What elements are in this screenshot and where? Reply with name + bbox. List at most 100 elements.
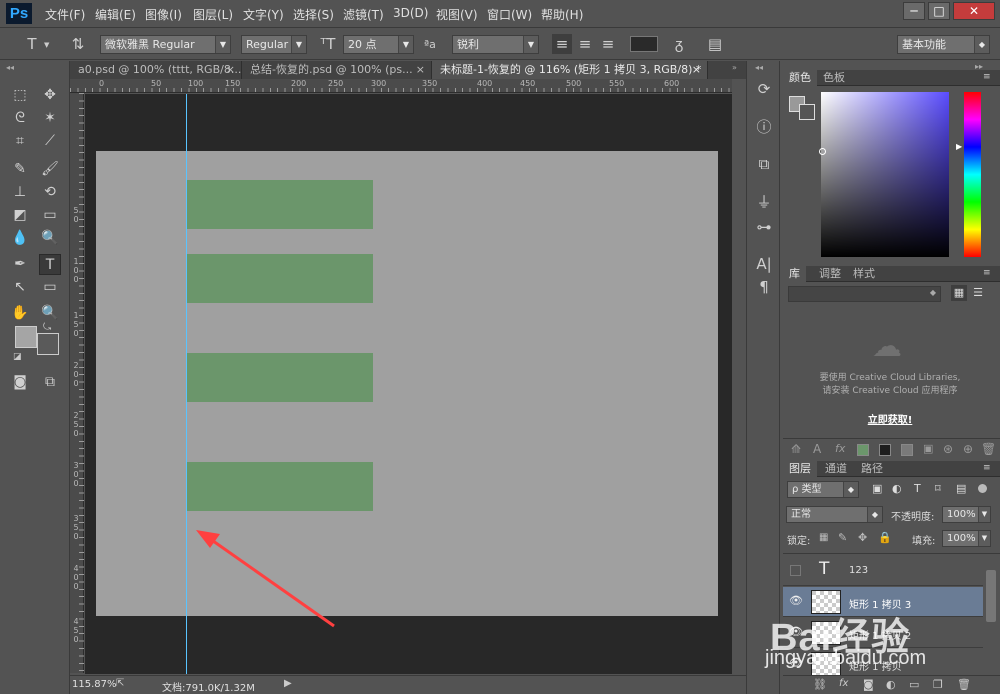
font-size-select[interactable]: 20 点 ▼ bbox=[343, 35, 414, 54]
menu-select[interactable]: 选择(S) bbox=[293, 6, 334, 23]
fill-input[interactable]: 100% ▼ bbox=[942, 530, 991, 547]
lasso-tool-icon[interactable]: ᘓ bbox=[9, 108, 31, 129]
default-colors-icon[interactable]: ◪ bbox=[13, 352, 22, 362]
font-family-select[interactable]: 微软雅黑 Regular ▼ bbox=[100, 35, 231, 54]
tab-close-icon[interactable]: × bbox=[416, 61, 425, 79]
filter-toggle-icon[interactable] bbox=[978, 484, 987, 493]
screen-mode-icon[interactable]: ⧉ bbox=[39, 372, 61, 393]
foreground-color-swatch[interactable] bbox=[15, 326, 37, 348]
tab-color[interactable]: 颜色 bbox=[783, 70, 817, 86]
maximize-button[interactable]: □ bbox=[928, 2, 950, 20]
tab-close-icon[interactable]: × bbox=[226, 61, 235, 79]
add-fill-color-icon[interactable] bbox=[857, 444, 869, 456]
tab-document-2[interactable]: 总结-恢复的.psd @ 100% (ps... × bbox=[242, 61, 432, 79]
hue-slider-handle-icon[interactable]: ▶ bbox=[956, 142, 962, 151]
path-selection-tool-icon[interactable]: ↖ bbox=[9, 277, 31, 298]
menu-help[interactable]: 帮助(H) bbox=[541, 6, 583, 23]
tab-styles[interactable]: 样式 bbox=[847, 266, 881, 282]
workspace-select[interactable]: 基本功能 ◆ bbox=[897, 35, 990, 54]
character-panel-icon[interactable]: ▤ bbox=[705, 34, 725, 54]
tool-preset-chevron-icon[interactable]: ▼ bbox=[44, 41, 49, 49]
tab-close-icon[interactable]: × bbox=[692, 61, 701, 79]
layer-name[interactable]: 123 bbox=[849, 565, 868, 576]
text-color-swatch[interactable] bbox=[630, 36, 658, 52]
menu-3d[interactable]: 3D(D) bbox=[393, 6, 428, 20]
menu-window[interactable]: 窗口(W) bbox=[487, 6, 532, 23]
add-text-icon[interactable]: A bbox=[813, 442, 821, 456]
menu-file[interactable]: 文件(F) bbox=[45, 6, 85, 23]
new-group-icon[interactable]: ▭ bbox=[909, 678, 919, 691]
history-panel-icon[interactable]: ⟳ bbox=[754, 79, 774, 99]
link-layers-icon[interactable]: ⛓ bbox=[813, 678, 827, 691]
tab-document-active[interactable]: 未标题-1-恢复的 @ 116% (矩形 1 拷贝 3, RGB/8) * × bbox=[432, 61, 708, 79]
add-color-icon[interactable] bbox=[901, 444, 913, 456]
history-brush-tool-icon[interactable]: ⟲ bbox=[39, 182, 61, 203]
magic-wand-tool-icon[interactable]: ✶ bbox=[39, 108, 61, 129]
layer-style-icon[interactable]: fx bbox=[839, 678, 848, 689]
share-icon[interactable]: ⇱ bbox=[116, 678, 124, 689]
cc-sync-icon[interactable]: ⊛ bbox=[943, 442, 953, 456]
menu-view[interactable]: 视图(V) bbox=[436, 6, 478, 23]
color-picker-cursor[interactable] bbox=[819, 148, 826, 155]
rectangle-shape-copy[interactable] bbox=[187, 254, 373, 303]
tab-libraries[interactable]: 库 bbox=[783, 266, 806, 282]
hue-slider[interactable] bbox=[964, 92, 981, 257]
tab-channels[interactable]: 通道 bbox=[819, 461, 853, 477]
tab-adjustments[interactable]: 调整 bbox=[813, 266, 847, 282]
menu-layer[interactable]: 图层(L) bbox=[193, 6, 233, 23]
toggle-orientation-icon[interactable]: ⇅ bbox=[68, 34, 88, 54]
delete-layer-icon[interactable]: 🗑 bbox=[957, 678, 971, 691]
paragraph-panel-icon[interactable]: ¶ bbox=[754, 277, 774, 297]
library-select[interactable]: ◆ bbox=[788, 286, 941, 302]
menu-filter[interactable]: 滤镜(T) bbox=[343, 6, 384, 23]
library-add-icon[interactable]: ⊕ bbox=[963, 442, 973, 456]
minimize-button[interactable]: ─ bbox=[903, 2, 925, 20]
layers-scrollbar[interactable] bbox=[986, 570, 996, 622]
add-mask-icon[interactable]: ◙ bbox=[863, 678, 874, 691]
lock-pixels-icon[interactable]: ✎ bbox=[838, 531, 847, 544]
tab-overflow-icon[interactable]: » bbox=[732, 63, 737, 72]
pen-tool-icon[interactable]: ✒ bbox=[9, 254, 31, 275]
align-center-icon[interactable]: ≡ bbox=[575, 34, 595, 54]
status-menu-icon[interactable]: ▶ bbox=[284, 678, 292, 689]
add-content-icon[interactable]: ⟰ bbox=[791, 442, 801, 456]
marquee-tool-icon[interactable]: ⬚ bbox=[9, 85, 31, 106]
type-tool-icon[interactable]: T bbox=[22, 34, 42, 54]
list-view-icon[interactable]: ☰ bbox=[970, 285, 986, 301]
info-panel-icon[interactable]: ⓘ bbox=[754, 117, 774, 137]
blend-mode-select[interactable]: 正常 ◆ bbox=[786, 506, 883, 523]
gradient-tool-icon[interactable]: ▭ bbox=[39, 205, 61, 226]
new-layer-icon[interactable]: ❐ bbox=[933, 678, 943, 691]
eraser-tool-icon[interactable]: ◩ bbox=[9, 205, 31, 226]
close-button[interactable]: ✕ bbox=[953, 2, 995, 20]
font-style-select[interactable]: Regular ▼ bbox=[241, 35, 307, 54]
layer-row[interactable]: T 123 bbox=[783, 556, 983, 586]
add-character-style-icon[interactable]: ▣ bbox=[923, 442, 933, 455]
rectangle-tool-icon[interactable]: ▭ bbox=[39, 277, 61, 298]
crop-tool-icon[interactable]: ⌗ bbox=[9, 131, 31, 152]
rectangle-shape-copy-3[interactable] bbox=[187, 462, 373, 511]
filter-smart-object-icon[interactable]: ▤ bbox=[956, 482, 966, 495]
warp-text-icon[interactable]: ᵹ bbox=[669, 34, 689, 54]
quick-mask-icon[interactable]: ◙ bbox=[9, 372, 31, 393]
filter-type-icon[interactable]: T bbox=[914, 482, 921, 495]
adjustment-layer-icon[interactable]: ◐ bbox=[886, 678, 896, 691]
healing-brush-tool-icon[interactable]: ✎ bbox=[9, 159, 31, 180]
brush-tool-icon[interactable]: 🖌 bbox=[39, 159, 61, 180]
tab-paths[interactable]: 路径 bbox=[855, 461, 889, 477]
zoom-level[interactable]: 115.87% bbox=[72, 679, 117, 690]
swap-colors-icon[interactable]: ⤿ bbox=[43, 322, 51, 333]
menu-type[interactable]: 文字(Y) bbox=[243, 6, 284, 23]
blur-tool-icon[interactable]: 💧 bbox=[9, 228, 31, 249]
lock-position-icon[interactable]: ✥ bbox=[858, 531, 867, 544]
layer-filter-select[interactable]: ρ 类型 ◆ bbox=[787, 481, 859, 498]
trash-icon[interactable]: 🗑 bbox=[981, 442, 996, 456]
zoom-tool-icon[interactable]: 🔍 bbox=[39, 303, 61, 324]
panel-menu-icon[interactable]: ≡ bbox=[983, 72, 991, 82]
actions-panel-icon[interactable]: ⧉ bbox=[754, 154, 774, 174]
tab-document-1[interactable]: a0.psd @ 100% (tttt, RGB/8... × bbox=[70, 61, 242, 79]
filter-pixel-icon[interactable]: ▣ bbox=[872, 482, 882, 495]
opacity-input[interactable]: 100% ▼ bbox=[942, 506, 991, 523]
grid-view-icon[interactable]: ▦ bbox=[951, 285, 967, 301]
tab-swatches[interactable]: 色板 bbox=[817, 70, 851, 86]
